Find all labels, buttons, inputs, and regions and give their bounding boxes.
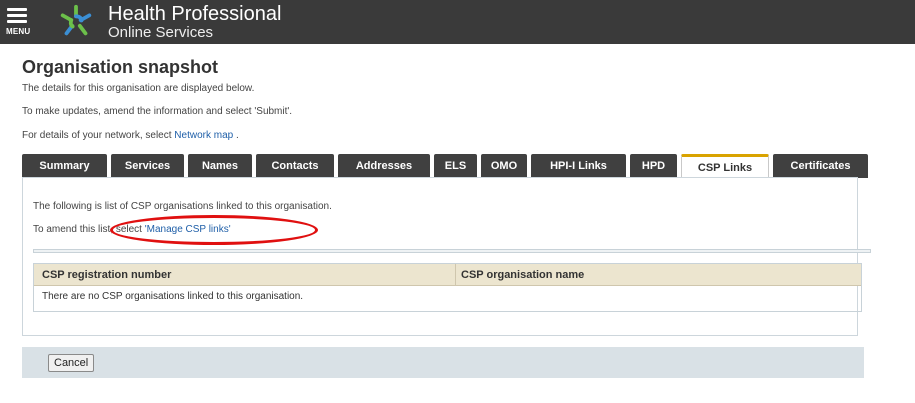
tab-names[interactable]: Names [188, 154, 252, 178]
tab-csp-links[interactable]: CSP Links [681, 154, 769, 179]
csp-links-panel: The following is list of CSP organisatio… [22, 177, 871, 336]
brand-subtitle: Online Services [108, 24, 214, 41]
column-header-registration-number: CSP registration number [42, 269, 172, 281]
intro-text-3-suffix: . [233, 130, 239, 141]
tab-services[interactable]: Services [111, 154, 184, 178]
tab-hpd[interactable]: HPD [630, 154, 677, 178]
table-header: CSP registration number CSP organisation… [34, 264, 861, 286]
intro-text-3-prefix: For details of your network, select [22, 130, 175, 141]
intro-text-2: To make updates, amend the information a… [22, 106, 293, 117]
annotation-oval [110, 215, 318, 245]
column-separator [455, 264, 456, 286]
panel-description: The following is list of CSP organisatio… [33, 201, 332, 212]
hamburger-icon [7, 8, 27, 26]
column-header-organisation-name: CSP organisation name [461, 269, 585, 281]
action-bar: Cancel [22, 347, 864, 378]
top-header: MENU Health Professional Online Services [0, 0, 915, 44]
table-row: There are no CSP organisations linked to… [34, 286, 861, 306]
tab-certificates[interactable]: Certificates [773, 154, 868, 178]
tab-summary[interactable]: Summary [22, 154, 107, 178]
intro-text-1: The details for this organisation are di… [22, 83, 255, 94]
tab-contacts[interactable]: Contacts [256, 154, 334, 178]
tab-hpi-i-links[interactable]: HPI-I Links [531, 154, 626, 178]
star-logo-icon [60, 4, 92, 36]
page-title: Organisation snapshot [22, 57, 219, 77]
tab-omo[interactable]: OMO [481, 154, 527, 178]
menu-button[interactable]: MENU [4, 3, 38, 41]
brand: Health Professional Online Services [108, 3, 281, 40]
tab-addresses[interactable]: Addresses [338, 154, 430, 178]
brand-title: Health Professional [108, 3, 282, 25]
empty-table-message: There are no CSP organisations linked to… [42, 291, 304, 302]
tab-els[interactable]: ELS [434, 154, 477, 178]
network-map-link[interactable]: Network map [174, 130, 233, 141]
cancel-button[interactable]: Cancel [48, 354, 95, 372]
intro-text-3: For details of your network, select Netw… [22, 130, 239, 141]
menu-label: MENU [6, 27, 31, 36]
csp-table: CSP registration number CSP organisation… [33, 263, 862, 312]
section-divider [33, 249, 871, 253]
